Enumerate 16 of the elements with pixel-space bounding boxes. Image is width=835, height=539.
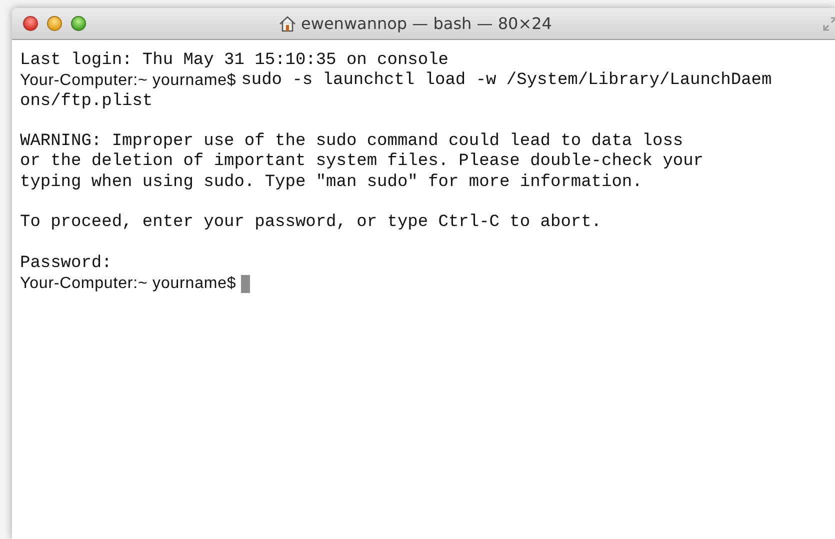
output-line: or the deletion of important system files. Please double-check your <box>20 152 704 173</box>
output-line: To proceed, enter your password, or type Ctrl-C to abort. <box>20 213 602 234</box>
zoom-button[interactable] <box>71 16 86 31</box>
fullscreen-icon[interactable] <box>822 16 835 32</box>
shell-prompt: Your-Computer:~ yourname$ <box>20 72 236 90</box>
output-line: Password: <box>20 254 112 274</box>
command-text: sudo -s launchctl load -w /System/Library/LaunchDaem <box>241 71 772 92</box>
home-icon <box>279 16 296 32</box>
output-line: ons/ftp.plist <box>20 92 153 112</box>
output-line: WARNING: Improper use of the sudo command could lead to data loss <box>20 132 684 152</box>
window-title: ewenwannop — bash — 80×24 <box>301 14 552 33</box>
minimize-button[interactable] <box>47 16 62 31</box>
shell-prompt: Your-Computer:~ yourname$ <box>20 275 236 294</box>
output-line: Last login: Thu May 31 15:10:35 on console <box>20 51 448 72</box>
close-button[interactable] <box>23 16 38 31</box>
output-line: typing when using sudo. Type "man sudo" for more information. <box>20 172 642 194</box>
